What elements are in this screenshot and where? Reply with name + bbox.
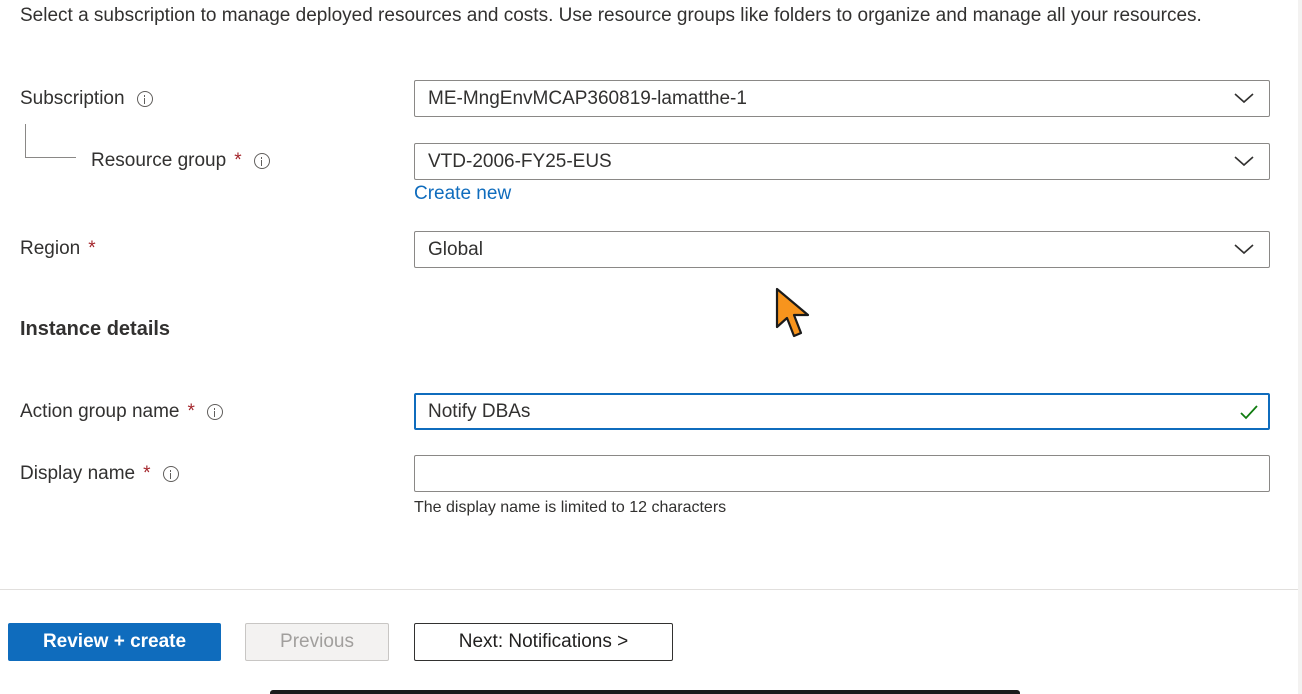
subscription-value: ME-MngEnvMCAP360819-lamatthe-1	[428, 87, 747, 109]
required-mark: *	[88, 238, 96, 259]
region-label-row: Region *	[20, 238, 96, 260]
info-icon[interactable]	[162, 466, 179, 482]
resource-group-label: Resource group	[91, 150, 227, 171]
instance-details-heading: Instance details	[20, 318, 171, 340]
subscription-label: Subscription	[20, 88, 125, 109]
resource-group-value: VTD-2006-FY25-EUS	[428, 150, 612, 172]
region-value: Global	[428, 238, 483, 260]
display-name-label-row: Display name *	[20, 463, 179, 485]
action-group-name-input[interactable]: Notify DBAs	[414, 393, 1270, 430]
previous-button[interactable]: Previous	[245, 623, 389, 661]
info-icon[interactable]	[206, 404, 223, 420]
screen-bottom-bar	[270, 690, 1020, 694]
review-create-button[interactable]: Review + create	[8, 623, 221, 661]
subscription-dropdown[interactable]: ME-MngEnvMCAP360819-lamatthe-1	[414, 80, 1270, 117]
scrollbar-track[interactable]	[1298, 0, 1302, 694]
chevron-down-icon	[1234, 156, 1254, 167]
create-new-link[interactable]: Create new	[414, 183, 511, 205]
chevron-down-icon	[1234, 93, 1254, 104]
required-mark: *	[143, 463, 151, 484]
required-mark: *	[234, 150, 242, 171]
resource-group-label-row: Resource group *	[91, 150, 270, 172]
region-dropdown[interactable]: Global	[414, 231, 1270, 268]
required-mark: *	[187, 401, 195, 422]
checkmark-icon	[1240, 405, 1258, 420]
subscription-label-row: Subscription	[20, 88, 153, 110]
display-name-label: Display name	[20, 463, 136, 484]
mouse-cursor-icon	[775, 287, 810, 338]
info-icon[interactable]	[136, 91, 153, 107]
hierarchy-connector	[25, 124, 76, 158]
chevron-down-icon	[1234, 244, 1254, 255]
resource-group-dropdown[interactable]: VTD-2006-FY25-EUS	[414, 143, 1270, 180]
next-notifications-button[interactable]: Next: Notifications >	[414, 623, 673, 661]
info-icon[interactable]	[253, 153, 270, 169]
action-group-name-label: Action group name	[20, 401, 180, 422]
region-label: Region	[20, 238, 81, 259]
display-name-input[interactable]	[414, 455, 1270, 492]
display-name-help-text: The display name is limited to 12 charac…	[414, 499, 727, 516]
action-group-name-label-row: Action group name *	[20, 401, 223, 423]
footer-divider	[0, 589, 1302, 590]
intro-description: Select a subscription to manage deployed…	[20, 5, 1202, 26]
action-group-name-value: Notify DBAs	[428, 400, 531, 422]
